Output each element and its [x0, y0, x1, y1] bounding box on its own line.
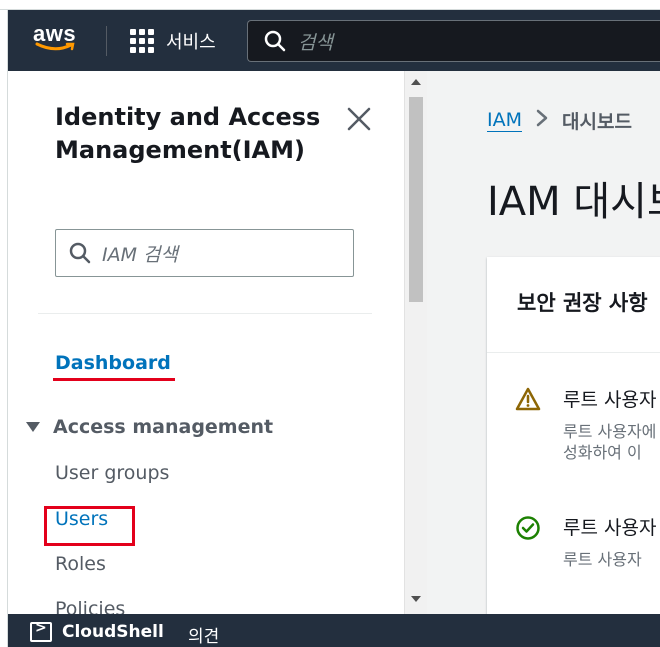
services-menu-button[interactable]: 서비스 [130, 26, 216, 56]
services-label: 서비스 [166, 32, 216, 53]
recommendation-desc: 루트 사용자에 성화하여 이 [563, 421, 656, 463]
page-title: IAM 대시보드 [487, 179, 660, 225]
card-title: 보안 권장 사항 [487, 257, 660, 353]
recommendation-desc: 루트 사용자 [563, 549, 642, 570]
background-window-edge [0, 10, 8, 647]
terminal-icon [30, 620, 52, 642]
iam-search-input[interactable]: IAM 검색 [55, 229, 354, 277]
global-search-placeholder: 검색 [298, 31, 333, 54]
breadcrumb-iam-link[interactable]: IAM [487, 109, 522, 132]
close-icon [347, 107, 371, 131]
recommendation-title: 루트 사용자 [563, 389, 657, 411]
service-title: Identity and Access Management(IAM) [55, 103, 321, 164]
scrollbar-thumb[interactable] [409, 97, 423, 302]
nav-divider [106, 26, 107, 56]
recommendation-desc-line: 루트 사용자에 [563, 422, 657, 441]
aws-logo[interactable]: aws [33, 22, 83, 58]
window-top-edge [0, 0, 660, 10]
recommendation-desc-line: 루트 사용자 [563, 550, 642, 569]
nav-link-user-groups[interactable]: User groups [55, 462, 169, 484]
cloudshell-button[interactable]: CloudShell [30, 620, 164, 642]
warning-icon [515, 387, 541, 411]
side-nav-scrollbar[interactable] [404, 71, 427, 614]
recommendation-title: 루트 사용자 [563, 517, 657, 539]
iam-search-placeholder: IAM 검색 [102, 243, 178, 266]
breadcrumb-current: 대시보드 [562, 111, 632, 133]
aws-smile-icon [35, 42, 75, 51]
close-navigation-button[interactable] [345, 105, 373, 133]
nav-link-policies[interactable]: Policies [55, 598, 125, 614]
nav-link-dashboard[interactable]: Dashboard [55, 352, 171, 374]
global-search-input[interactable]: 검색 [247, 20, 660, 62]
caret-down-icon [26, 422, 40, 432]
breadcrumb: IAM 대시보드 [487, 107, 632, 134]
services-grid-icon [130, 29, 154, 53]
scroll-down-arrow-icon[interactable] [411, 596, 421, 602]
main-content: IAM 대시보드 IAM 대시보드 보안 권장 사항 루트 사용자 루트 사용자… [427, 71, 660, 614]
users-highlight-box [44, 506, 135, 546]
search-icon [264, 30, 286, 52]
scroll-up-arrow-icon[interactable] [411, 79, 421, 85]
chevron-right-icon [536, 109, 548, 132]
feedback-button[interactable]: 의견 [188, 622, 219, 647]
search-icon [69, 242, 91, 264]
recommendation-desc-line: 성화하여 이 [563, 443, 642, 462]
nav-link-roles[interactable]: Roles [55, 553, 106, 575]
section-label: Access management [53, 416, 274, 438]
dashboard-highlight-underline [53, 378, 175, 381]
bottom-bar: CloudShell 의견 [8, 614, 660, 647]
cloudshell-label: CloudShell [62, 622, 164, 642]
success-check-icon [516, 516, 540, 540]
nav-divider [38, 313, 372, 314]
access-management-section-toggle[interactable]: Access management [26, 416, 273, 438]
top-navigation-bar: aws 서비스 검색 [8, 10, 660, 71]
security-recommendations-card: 보안 권장 사항 루트 사용자 루트 사용자에 성화하여 이 루트 사용자 루트… [487, 257, 660, 614]
side-navigation-panel: Identity and Access Management(IAM) IAM … [8, 71, 404, 614]
